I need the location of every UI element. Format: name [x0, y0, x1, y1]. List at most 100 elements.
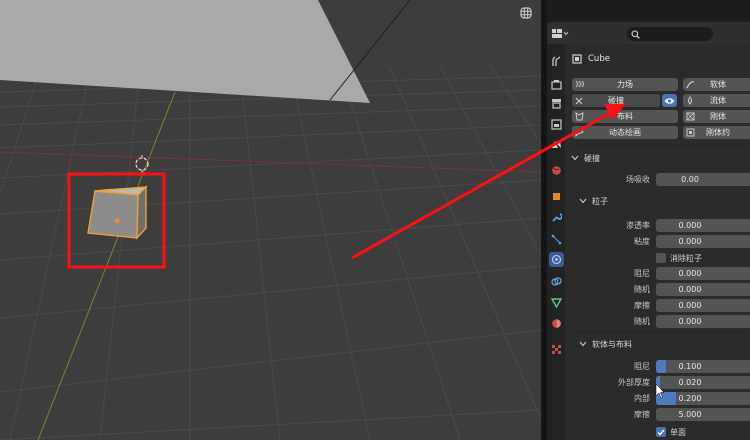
tab-tool[interactable] — [549, 54, 564, 69]
damping-random-row: 随机 0.000 — [566, 283, 750, 296]
permeability-field[interactable]: 0.000 — [656, 219, 750, 232]
tab-world[interactable] — [549, 163, 564, 178]
editor-type-button[interactable] — [551, 26, 571, 41]
field-absorption-field[interactable]: 0.00 — [656, 173, 750, 186]
softbody-icon — [685, 81, 694, 89]
tab-physics[interactable] — [549, 252, 564, 267]
toggle-camera-view-button[interactable] — [516, 3, 536, 23]
fluid-button[interactable]: 流体 — [683, 94, 750, 107]
single-sided-checkbox[interactable]: 单面 — [656, 426, 686, 438]
force-field-button[interactable]: 力场 — [572, 78, 678, 91]
physics-properties: Cube 力场 软体 碰撞 流体 布料 刚体 动态绘画 刚体约 碰撞 场吸收 0… — [566, 44, 750, 440]
scene-icon — [552, 140, 561, 148]
mesh-data-icon — [551, 298, 562, 308]
tab-object[interactable] — [549, 189, 564, 204]
object-icon — [572, 54, 582, 64]
softbody-cloth-subpanel-header[interactable]: 软体与布料 — [578, 337, 632, 351]
tool-icon — [552, 56, 561, 66]
output-icon — [552, 99, 561, 109]
inner-thickness-slider[interactable]: 0.200 — [656, 392, 750, 405]
dynamic-paint-icon — [575, 129, 584, 137]
viewport-scene — [0, 0, 541, 440]
forcefield-icon — [575, 80, 584, 88]
rigid-body-button[interactable]: 刚体 — [683, 110, 750, 123]
particles-icon — [551, 234, 562, 245]
chevron-down-icon — [579, 341, 587, 347]
wrench-icon — [552, 213, 562, 222]
properties-tabs — [547, 44, 565, 440]
tab-particles[interactable] — [549, 232, 564, 247]
x-axis-line — [0, 151, 541, 173]
view-layer-icon — [551, 119, 562, 130]
checkbox[interactable] — [656, 427, 666, 437]
physics-icon — [551, 254, 562, 265]
stickiness-field[interactable]: 0.000 — [656, 235, 750, 248]
top-bar — [547, 0, 750, 22]
material-icon — [552, 319, 561, 328]
checkmark-icon — [657, 429, 665, 436]
world-icon — [552, 166, 561, 175]
damping-field[interactable]: 0.000 — [656, 267, 750, 280]
separator — [570, 145, 746, 146]
3d-viewport[interactable] — [0, 0, 541, 440]
properties-editor-icon — [552, 28, 569, 38]
constraint-icon — [551, 277, 562, 286]
tab-constraints[interactable] — [549, 274, 564, 289]
tab-data[interactable] — [549, 295, 564, 310]
soft-body-button[interactable]: 软体 — [683, 78, 750, 91]
chevron-down-icon — [579, 198, 587, 204]
damping-row: 阻尼 0.000 — [566, 267, 750, 280]
chevron-down-icon — [571, 155, 579, 161]
collision-panel-header[interactable]: 碰撞 — [570, 151, 600, 165]
cloth-button[interactable]: 布料 — [572, 110, 678, 123]
damping-random-field[interactable]: 0.000 — [656, 283, 750, 296]
softbody-damping-slider[interactable]: 0.100 — [656, 360, 750, 373]
fluid-icon — [688, 96, 692, 105]
friction-row: 摩擦 0.000 — [566, 299, 750, 312]
inner-thickness-row: 内部 0.200 — [566, 392, 750, 405]
rigid-body-constraint-button[interactable]: 刚体约 — [683, 126, 750, 139]
tab-output[interactable] — [549, 96, 564, 111]
search-icon — [631, 29, 640, 39]
separator — [570, 332, 746, 333]
outer-thickness-slider[interactable]: 0.020 — [656, 376, 750, 389]
y-axis-line — [37, 91, 176, 440]
collision-button[interactable]: 碰撞 — [572, 94, 660, 107]
properties-editor: Cube 力场 软体 碰撞 流体 布料 刚体 动态绘画 刚体约 碰撞 场吸收 0… — [547, 0, 750, 440]
collision-visibility-toggle[interactable] — [662, 94, 677, 107]
grid-icon — [520, 7, 532, 19]
properties-header — [547, 22, 750, 44]
tab-texture[interactable] — [549, 342, 564, 357]
render-icon — [551, 80, 562, 90]
texture-icon — [552, 345, 561, 354]
friction-random-field[interactable]: 0.000 — [656, 315, 750, 328]
object-icon — [553, 193, 560, 200]
particle-subpanel-header[interactable]: 粒子 — [578, 194, 608, 208]
object-name-row: Cube — [572, 52, 610, 66]
checkbox[interactable] — [656, 253, 666, 263]
friction-field[interactable]: 0.000 — [656, 299, 750, 312]
tab-material[interactable] — [549, 316, 564, 331]
dynamic-paint-button[interactable]: 动态绘画 — [572, 126, 678, 139]
search-input[interactable] — [643, 29, 703, 39]
stickiness-row: 粘度 0.000 — [566, 235, 750, 248]
outer-thickness-row: 外部厚度 0.020 — [566, 376, 750, 389]
permeability-row: 渗透率 0.000 — [566, 219, 750, 232]
kill-particles-checkbox[interactable]: 消除粒子 — [656, 252, 702, 264]
object-name: Cube — [588, 54, 610, 64]
softbody-friction-field[interactable]: 5.000 — [656, 408, 750, 421]
tab-scene[interactable] — [549, 136, 564, 151]
rigidbody-icon — [686, 112, 694, 121]
close-icon[interactable] — [575, 97, 583, 105]
cloth-icon — [574, 112, 584, 121]
friction-random-row: 随机 0.000 — [566, 315, 750, 328]
tab-render[interactable] — [549, 77, 564, 92]
tab-modifiers[interactable] — [549, 210, 564, 225]
search-field[interactable] — [627, 27, 713, 41]
field-absorption-row: 场吸收 0.00 — [566, 173, 750, 186]
field-absorption-label: 场吸收 — [626, 175, 650, 184]
tab-view-layer[interactable] — [549, 117, 564, 132]
plane-object — [0, 0, 370, 103]
eye-icon — [664, 97, 675, 104]
cube-object — [87, 185, 148, 240]
